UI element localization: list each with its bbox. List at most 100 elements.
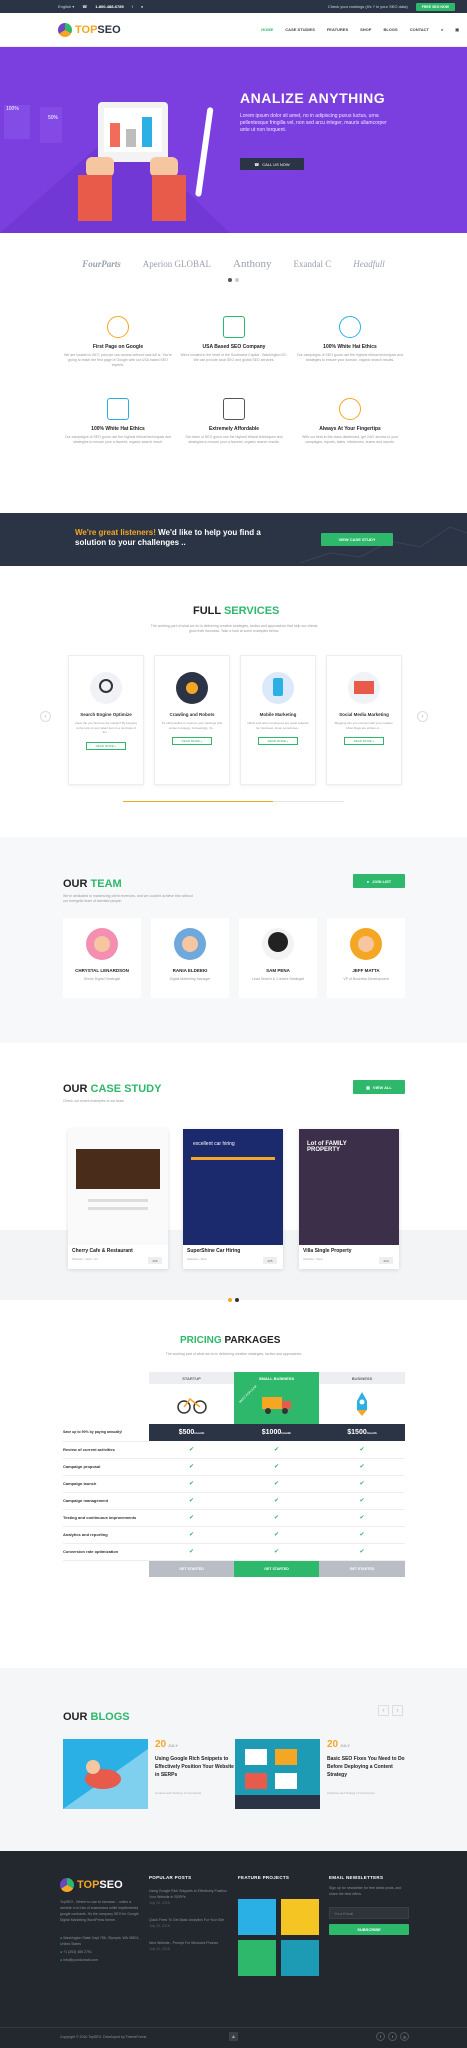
service-card[interactable]: Mobile Marketing CEOs and other employee… bbox=[240, 655, 316, 785]
feature-text: We are located in 0671 prior,we can acce… bbox=[64, 353, 172, 367]
blog-title[interactable]: Using Google Rich Snippets to Effectivel… bbox=[155, 1755, 237, 1779]
popular-post[interactable]: Quick Fixes To Get Basic Analytics For Y… bbox=[149, 1917, 227, 1929]
case-card[interactable]: Lot of FAMILY PROPERTY Villa Single Prop… bbox=[299, 1129, 399, 1269]
read-more-button[interactable]: READ MORE » bbox=[344, 737, 384, 745]
nav-item-home[interactable]: HOME bbox=[261, 27, 273, 32]
check-icon: ✔ bbox=[234, 1458, 319, 1476]
cart-icon[interactable]: ▣ bbox=[455, 27, 459, 32]
get-started-button[interactable]: GET STARTED bbox=[319, 1560, 405, 1577]
team-member[interactable]: CHRYSTAL LENARDSON Senior Digital Strate… bbox=[63, 918, 141, 998]
get-started-button[interactable]: GET STARTED bbox=[234, 1560, 319, 1577]
newsletter-text: Sign up for newsletter for free latest p… bbox=[329, 1886, 402, 1896]
blog-prev-icon[interactable]: ‹ bbox=[378, 1705, 389, 1716]
popular-post[interactable]: Using Google Rich Snippets to Effectivel… bbox=[149, 1888, 227, 1906]
facebook-icon[interactable]: f bbox=[376, 2032, 385, 2041]
nav-item-contact[interactable]: CONTACT bbox=[410, 27, 429, 32]
subscribe-button[interactable]: SUBSCRIBE bbox=[329, 1924, 409, 1935]
carousel-prev-icon[interactable]: ‹ bbox=[40, 711, 51, 722]
blog-title[interactable]: Basic SEO Fixes You Need to Do Before De… bbox=[327, 1755, 409, 1779]
scroll-top-icon[interactable]: ▲ bbox=[229, 2032, 238, 2041]
member-role: Senior Digital Strategist bbox=[83, 977, 121, 981]
team-member[interactable]: JEFF MATTA VP of Business Development bbox=[327, 918, 405, 998]
hero-text: Lorem ipsum dolor sit amet, no in adipis… bbox=[240, 113, 387, 133]
view-case-study-button[interactable]: VIEW CASE STUDY bbox=[321, 533, 393, 546]
blog-image bbox=[63, 1739, 148, 1809]
newsletter-email-input[interactable] bbox=[329, 1907, 409, 1919]
view-all-button[interactable]: ▦ VIEW ALL bbox=[353, 1080, 405, 1094]
view-all-label: VIEW ALL bbox=[372, 1084, 392, 1090]
case-badge: 205 bbox=[263, 1257, 277, 1264]
pricing-feature: Save up to 90% by paying annually! bbox=[63, 1424, 149, 1442]
chat-icon[interactable]: ● bbox=[141, 4, 143, 9]
service-text: It's still possible to improve your rank… bbox=[161, 721, 223, 730]
blog-next-icon[interactable]: › bbox=[392, 1705, 403, 1716]
carousel-scrollbar[interactable] bbox=[123, 801, 344, 802]
get-started-button[interactable]: GET STARTED bbox=[149, 1560, 234, 1577]
feature-title: First Page on Google bbox=[92, 344, 144, 350]
feature-first-page: First Page on Google We are located in 0… bbox=[63, 316, 173, 368]
mobile-icon bbox=[262, 672, 294, 704]
case-card[interactable]: excellent car hiring SuperShine Car Hiri… bbox=[183, 1129, 283, 1269]
team-title: OUR TEAM bbox=[63, 878, 122, 890]
nav-item-shop[interactable]: SHOP bbox=[360, 27, 371, 32]
case-shot-text: Lot of FAMILY PROPERTY bbox=[307, 1141, 347, 1153]
nav-item-case-studies[interactable]: CASE STUDIES bbox=[285, 27, 315, 32]
facebook-icon[interactable]: f bbox=[132, 4, 133, 9]
service-card[interactable]: Crawling and Robots It's still possible … bbox=[154, 655, 230, 785]
feature-text: With our best-in-the-class dashboard, ge… bbox=[301, 435, 399, 444]
nav-item-blogs[interactable]: BLOGS bbox=[383, 27, 397, 32]
check-icon: ✔ bbox=[319, 1458, 405, 1476]
nav-item-features[interactable]: FEATURES bbox=[327, 27, 348, 32]
network-icon bbox=[223, 316, 245, 338]
language-selector[interactable]: English ▾ bbox=[58, 4, 74, 9]
hero-stat-1: 100% bbox=[6, 106, 19, 112]
team-member[interactable]: SAM PENA Lead Search & Content Strategis… bbox=[239, 918, 317, 998]
project-thumbnail[interactable] bbox=[281, 1940, 319, 1976]
twitter-icon[interactable]: t bbox=[388, 2032, 397, 2041]
read-more-button[interactable]: READ MORE » bbox=[172, 737, 212, 745]
check-icon: ✔ bbox=[319, 1509, 405, 1527]
footer-about: TopSEO - Where to use to increase... onl… bbox=[60, 1900, 139, 1922]
cta-highlight: We're great listeners! bbox=[75, 528, 156, 537]
rank-check-text: Check your rankings (it's ? in your SEO … bbox=[327, 4, 408, 9]
carousel-next-icon[interactable]: › bbox=[417, 711, 428, 722]
member-role: Lead Search & Content Strategist bbox=[251, 977, 305, 981]
logo[interactable]: TOP SEO bbox=[58, 22, 121, 37]
join-list-button[interactable]: ● JOIN LIST bbox=[353, 874, 405, 888]
logo-prefix: TOP bbox=[75, 23, 98, 36]
service-card[interactable]: Social Media Marketing Blogging lets you… bbox=[326, 655, 402, 785]
check-icon: ✔ bbox=[234, 1492, 319, 1510]
read-more-button[interactable]: READ MORE » bbox=[86, 741, 126, 750]
client-logo: Headfull bbox=[353, 259, 385, 269]
team-member[interactable]: RANIA ELDEEKI Digital Marketing Manager bbox=[151, 918, 229, 998]
popular-post[interactable]: New Website - Prompt For Windows Phones J… bbox=[149, 1940, 227, 1952]
services-subtitle: The working part of what we do is delive… bbox=[150, 624, 318, 633]
feature-text: Our campaigns of SEO gurus use the highe… bbox=[296, 353, 404, 362]
case-badge: 206 bbox=[148, 1257, 162, 1264]
search-icon[interactable]: ⌕ bbox=[441, 27, 443, 32]
case-carousel-dots[interactable] bbox=[228, 1298, 239, 1302]
service-card[interactable]: Search Engine Optimize Have the you beco… bbox=[68, 655, 144, 785]
client-logo: Exandal C bbox=[293, 259, 332, 269]
blog-card[interactable]: 20 JULY Using Google Rich Snippets to Eff… bbox=[63, 1739, 238, 1809]
footer-phone: ● +1 (253) 486 2791 bbox=[60, 1950, 92, 1954]
grid-icon: ▦ bbox=[366, 1084, 370, 1090]
read-more-button[interactable]: READ MORE » bbox=[258, 737, 298, 745]
project-thumbnail[interactable] bbox=[281, 1899, 319, 1935]
project-thumbnail[interactable] bbox=[238, 1940, 276, 1976]
pricing-feature: Analytics and reporting bbox=[63, 1526, 149, 1544]
member-role: Digital Marketing Manager bbox=[169, 977, 211, 981]
footer-logo[interactable]: TOP SEO bbox=[60, 1878, 123, 1892]
phone-icon: ☎ bbox=[254, 161, 260, 167]
case-card[interactable]: Cherry Cafe & Restaurant Website • Web •… bbox=[68, 1129, 168, 1269]
google-plus-icon[interactable]: g bbox=[400, 2032, 409, 2041]
free-seo-button[interactable]: FREE SEO NOW bbox=[415, 2, 455, 11]
check-icon: ✔ bbox=[234, 1475, 319, 1493]
blog-card[interactable]: 20 JULY Basic SEO Fixes You Need to Do Be… bbox=[235, 1739, 410, 1809]
project-thumbnail[interactable] bbox=[238, 1899, 276, 1935]
carousel-dots[interactable] bbox=[228, 278, 239, 282]
top-bar: English ▾ ☎ 1-800-488-6789 f ● Check you… bbox=[0, 0, 467, 13]
feature-title: 100% White Hat Ethics bbox=[91, 426, 145, 432]
call-us-button[interactable]: ☎ CALL US NOW bbox=[240, 158, 304, 170]
footer-email[interactable]: ● info@yourdomain.com bbox=[60, 1957, 98, 1963]
